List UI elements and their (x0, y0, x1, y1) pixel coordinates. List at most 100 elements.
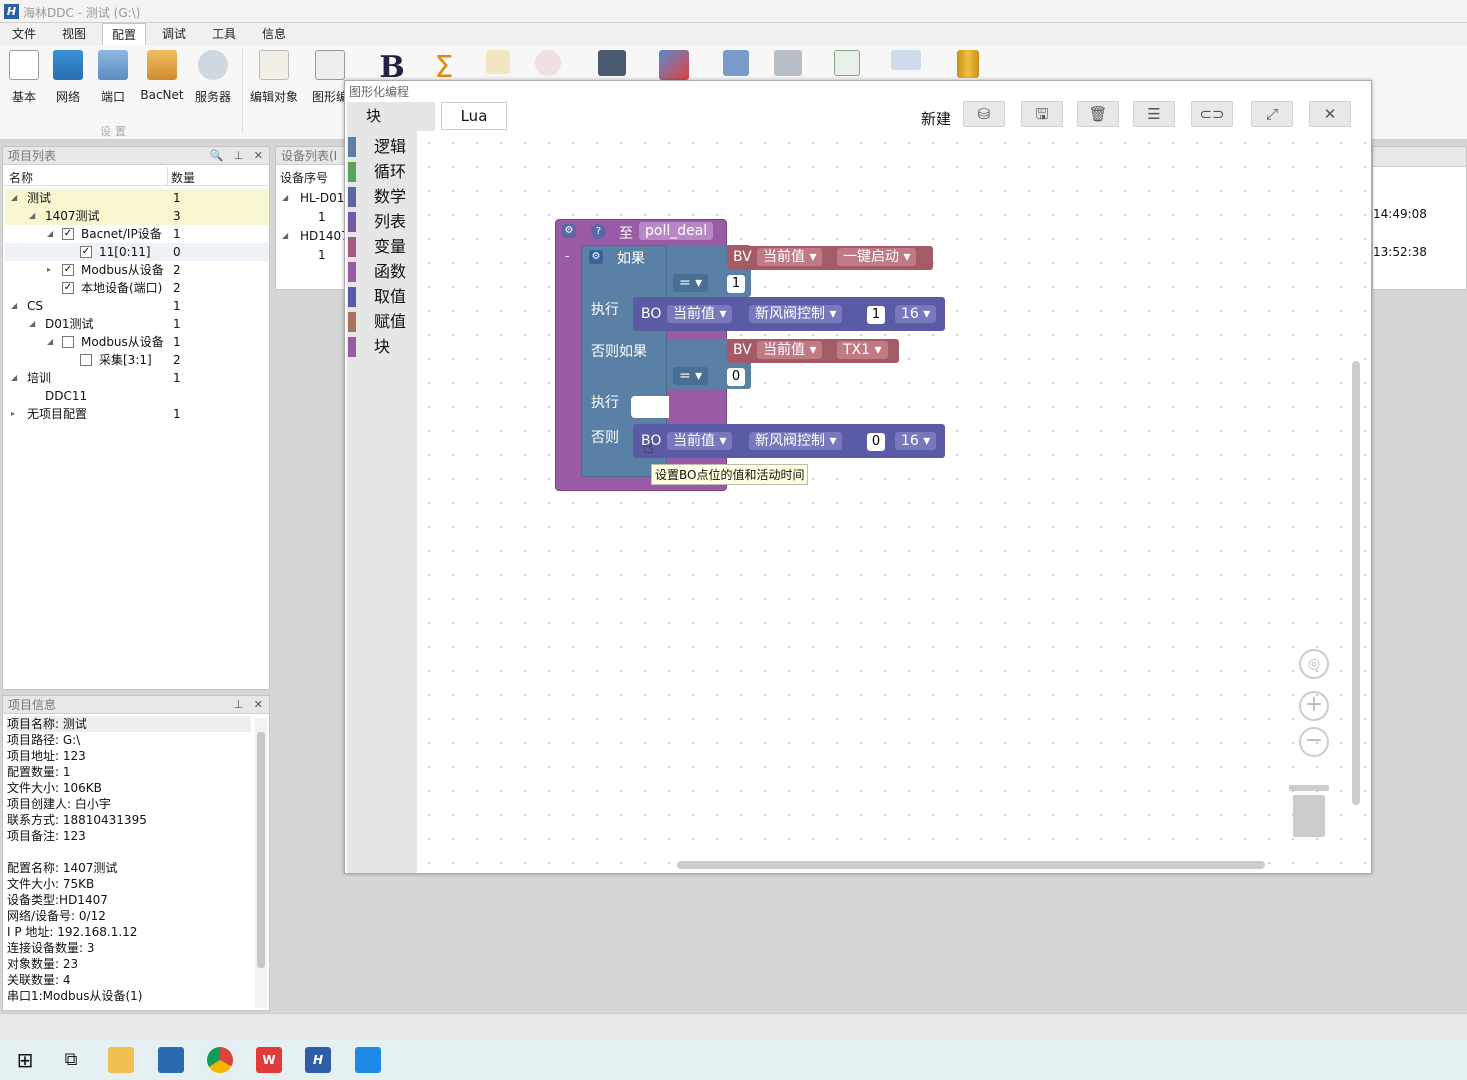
operator-dropdown[interactable]: = ▾ (673, 274, 709, 292)
tree-row[interactable]: ◢ D01测试 1 (5, 315, 269, 333)
trash-icon[interactable] (1289, 785, 1329, 837)
tree-row[interactable]: ◢ 测试 1 (5, 189, 269, 207)
ribbon-port-button[interactable]: 端口 (89, 50, 137, 105)
ribbon-network-button[interactable]: 网络 (44, 50, 92, 105)
tree-row[interactable]: ◢ CS 1 (5, 297, 269, 315)
haiLin-ddc-icon[interactable]: H (305, 1047, 331, 1073)
help-icon[interactable]: ? (591, 224, 606, 239)
col-count-header[interactable]: 数量 (171, 169, 195, 186)
horizontal-scrollbar[interactable] (677, 861, 1265, 869)
priority-dropdown[interactable]: 16 ▾ (895, 432, 937, 450)
operator-dropdown[interactable]: = ▾ (673, 367, 709, 385)
col-name-header[interactable]: 名称 (9, 169, 33, 186)
prop-dropdown[interactable]: 当前值 ▾ (667, 305, 733, 323)
prop-dropdown[interactable]: 当前值 ▾ (757, 341, 823, 359)
new-database-button[interactable]: ⛁ (963, 101, 1005, 127)
task-view-icon[interactable]: ⧉ (58, 1047, 84, 1073)
device-row[interactable]: 1 (278, 208, 354, 226)
value-field[interactable]: 0 (867, 433, 885, 451)
value-field[interactable]: 0 (727, 368, 745, 386)
col-seq-header[interactable]: 设备序号 (280, 169, 328, 186)
category-math[interactable]: 数学 (347, 185, 417, 209)
link-button[interactable]: ⊂⊃ (1191, 101, 1233, 127)
save-button[interactable]: 🖫 (1021, 101, 1063, 127)
zoom-in-icon[interactable]: + (1299, 691, 1329, 721)
tree-row[interactable]: ✓ 本地设备(端口) 2 (5, 279, 269, 297)
close-button[interactable]: ✕ (1309, 101, 1351, 127)
category-variable[interactable]: 变量 (347, 235, 417, 259)
blockly-workspace[interactable]: ⚙ ? 至 poll_deal - ⚙ 如果 执行 否则如果 执行 否则 = ▾… (417, 131, 1367, 873)
scrollbar-thumb[interactable] (257, 732, 265, 968)
tree-row[interactable]: 采集[3:1] 2 (5, 351, 269, 369)
device-row[interactable]: ◢ HL-D01 (278, 189, 354, 207)
menu-view[interactable]: 视图 (52, 23, 96, 45)
formula-button[interactable] (474, 50, 522, 74)
value-field[interactable]: 1 (867, 306, 885, 324)
checkbox[interactable]: ✓ (80, 246, 92, 258)
point-dropdown[interactable]: 新风阀控制 ▾ (749, 305, 843, 323)
tab-lua[interactable]: Lua (441, 102, 507, 130)
checkbox[interactable] (80, 354, 92, 366)
tree-row[interactable]: ◢ Modbus从设备 1 (5, 333, 269, 351)
menu-file[interactable]: 文件 (2, 23, 46, 45)
mail-icon[interactable] (158, 1047, 184, 1073)
link-button[interactable] (823, 50, 871, 76)
value-field[interactable]: 1 (727, 275, 745, 293)
tab-block[interactable]: 块 (347, 102, 435, 132)
panel-button[interactable] (764, 50, 812, 76)
align-button[interactable] (882, 50, 930, 70)
gear-icon[interactable]: ⚙ (589, 250, 603, 264)
tree-row[interactable]: ◢ 1407测试 3 (5, 207, 269, 225)
vertical-scrollbar[interactable] (1352, 361, 1360, 805)
collapse-icon[interactable]: - (565, 249, 569, 263)
point-dropdown[interactable]: TX1 ▾ (837, 341, 888, 359)
category-get-value[interactable]: 取值 (347, 285, 417, 309)
list-button[interactable]: ☰ (1133, 101, 1175, 127)
gear-icon[interactable]: ⚙ (562, 224, 576, 238)
ribbon-bacnet-button[interactable]: BacNet (138, 50, 186, 102)
prop-dropdown[interactable]: 当前值 ▾ (667, 432, 733, 450)
recenter-icon[interactable]: ◎ (1299, 649, 1329, 679)
windows-start-icon[interactable]: ⊞ (12, 1047, 38, 1073)
wps-icon[interactable]: W (256, 1047, 282, 1073)
priority-dropdown[interactable]: 16 ▾ (895, 305, 937, 323)
ribbon-basic-button[interactable]: 基本 (0, 50, 48, 105)
category-set-value[interactable]: 赋值 (347, 310, 417, 334)
tree-row[interactable]: DDC11 (5, 387, 269, 405)
category-logic[interactable]: 逻辑 (347, 135, 417, 159)
category-block[interactable]: 块 (347, 335, 417, 359)
list-button[interactable] (712, 50, 760, 76)
zoom-out-icon[interactable]: − (1299, 727, 1329, 757)
ribbon-server-button[interactable]: 服务器 (189, 50, 237, 105)
point-dropdown[interactable]: 一键启动 ▾ (837, 248, 917, 266)
prop-dropdown[interactable]: 当前值 ▾ (757, 248, 823, 266)
checkbox[interactable]: ✓ (62, 228, 74, 240)
tag-button[interactable] (650, 50, 698, 80)
fullscreen-button[interactable]: ⤢ (1251, 101, 1293, 127)
ribbon-edit-object-button[interactable]: 编辑对象 (250, 50, 298, 105)
tree-row[interactable]: ◢ ✓ Bacnet/IP设备 1 (5, 225, 269, 243)
checkbox[interactable] (62, 336, 74, 348)
category-function[interactable]: 函数 (347, 260, 417, 284)
device-row[interactable]: ◢ HD1407 (278, 227, 354, 245)
photos-icon[interactable] (355, 1047, 381, 1073)
panel-header-buttons[interactable]: 🔍 ⊥ ✕ (210, 147, 263, 165)
tree-row[interactable]: ◢ 培训 1 (5, 369, 269, 387)
info-scrollbar[interactable] (255, 718, 267, 1008)
menu-info[interactable]: 信息 (252, 23, 296, 45)
save-button[interactable] (588, 50, 636, 76)
checkbox[interactable]: ✓ (62, 264, 74, 276)
menu-config[interactable]: 配置 (102, 23, 146, 45)
file-explorer-icon[interactable] (108, 1047, 134, 1073)
menu-tools[interactable]: 工具 (202, 23, 246, 45)
delete-button[interactable]: 🗑 (1077, 101, 1119, 127)
panel-header-buttons[interactable]: ⊥ ✕ (234, 696, 263, 714)
category-loop[interactable]: 循环 (347, 160, 417, 184)
category-list[interactable]: 列表 (347, 210, 417, 234)
checkbox[interactable]: ✓ (62, 282, 74, 294)
tree-row[interactable]: ✓ 11[0:11] 0 (5, 243, 269, 261)
database-button[interactable] (944, 50, 992, 78)
function-name-field[interactable]: poll_deal (639, 222, 714, 240)
tree-row[interactable]: ▸ 无项目配置 1 (5, 405, 269, 423)
palette-button[interactable] (524, 50, 572, 76)
